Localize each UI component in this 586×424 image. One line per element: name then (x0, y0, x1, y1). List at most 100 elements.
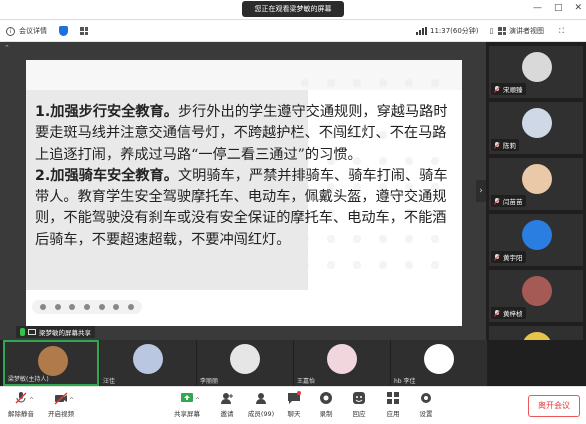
participant-tile[interactable]: 闫苗苗 (489, 158, 583, 210)
screen-share-icon (28, 329, 36, 335)
participant-tile[interactable]: 宋顺臻 (489, 46, 583, 98)
avatar (522, 52, 552, 82)
apps-button[interactable]: 应用 (378, 391, 408, 418)
record-label: 录制 (319, 410, 333, 418)
reactions-icon (352, 391, 366, 405)
participant-name-bar: 闫苗苗 (491, 195, 526, 207)
slide-text: 1.加强步行安全教育。步行外出的学生遵守交通规则，穿越马路时要走斑马线并注意交通… (35, 102, 453, 251)
participant-name: 陈莉 (503, 142, 516, 150)
annotation-tool-icon[interactable] (54, 304, 61, 310)
avatar (522, 108, 552, 138)
unmute-label: 解除静音 (8, 410, 34, 418)
view-grid-icon[interactable] (498, 27, 506, 35)
members-icon (254, 391, 268, 405)
eraser-icon[interactable] (113, 304, 120, 310)
participant-name-bar: 黄宇阳 (491, 251, 526, 263)
close-icon[interactable]: ✕ (574, 3, 582, 13)
sharing-notice: 您正在观看梁梦敏的屏幕 (242, 1, 344, 17)
avatar (522, 276, 552, 306)
participant-tile[interactable]: 陈莉 (489, 102, 583, 154)
collapse-arrow-icon[interactable]: ⌃ (4, 44, 16, 56)
participant-name: 黄宇阳 (503, 254, 523, 262)
apps-label: 应用 (386, 410, 400, 418)
participant-tile[interactable]: 王嘉怡 (294, 340, 390, 386)
meeting-details-label[interactable]: 会议详情 (19, 26, 47, 36)
avatar (327, 344, 357, 374)
participant-name: 汪佳 (103, 378, 116, 385)
signal-icon (416, 27, 427, 35)
camera-icon[interactable] (98, 304, 105, 310)
window-title-bar: 您正在观看梁梦敏的屏幕 — □ ✕ (0, 0, 586, 20)
chat-button[interactable]: 聊天 (279, 391, 309, 418)
more-icon[interactable]: ▯ (490, 27, 494, 35)
minimize-icon[interactable]: — (533, 3, 542, 13)
avatar (522, 220, 552, 250)
annotation-tool-icon[interactable] (40, 304, 47, 310)
add-user-icon (220, 391, 234, 405)
more-icon[interactable] (127, 304, 134, 310)
settings-label: 设置 (419, 410, 433, 418)
pen-icon[interactable] (69, 304, 76, 310)
grid-icon[interactable] (80, 27, 88, 35)
participant-tile[interactable]: 汪佳 (100, 340, 196, 386)
maximize-icon[interactable]: □ (554, 3, 563, 13)
bottom-gallery: 梁梦敏(主持人) 汪佳 李丽丽 王嘉怡 hb 李佳 (0, 340, 586, 386)
video-button[interactable]: ^ 开启视频 (46, 391, 76, 418)
video-off-icon: ^ (54, 391, 74, 405)
slide-paragraph-1: 1.加强步行安全教育。步行外出的学生遵守交通规则，穿越马路时要走斑马线并注意交通… (35, 102, 453, 166)
participant-tile[interactable]: hb 李佳 (391, 340, 487, 386)
security-shield-icon[interactable] (59, 26, 68, 36)
annotation-toolbar[interactable] (32, 300, 142, 314)
text-icon[interactable] (83, 304, 90, 310)
participant-name: 黄梓桢 (503, 310, 523, 318)
participant-name: 宋顺臻 (503, 86, 523, 94)
participant-tile[interactable]: 黄宇阳 (489, 214, 583, 266)
chevron-right-icon[interactable]: › (476, 180, 486, 202)
slide-paragraph-2: 2.加强骑车安全教育。文明骑车，严禁并排骑车、骑车打闹、骑车带人。教育学生安全驾… (35, 166, 453, 251)
participant-name: hb 李佳 (394, 378, 416, 385)
reactions-label: 回应 (352, 410, 366, 418)
meeting-info-bar: i 会议详情 11:37(60分钟) ▯ 演讲者视图 ⛶ (0, 20, 586, 42)
meeting-toolbar: ^ 解除静音 ^ 开启视频 ^ 共享屏幕 邀请 成员(99) 聊天 录制 回应 … (0, 386, 586, 424)
avatar (38, 346, 68, 376)
avatar (424, 344, 454, 374)
meeting-time: 11:37(60分钟) (430, 27, 479, 35)
muted-mic-icon (494, 85, 500, 93)
members-button[interactable]: 成员(99) (246, 391, 276, 418)
record-button[interactable]: 录制 (311, 391, 341, 418)
invite-button[interactable]: 邀请 (212, 391, 242, 418)
participant-tile[interactable]: 黄梓桢 (489, 270, 583, 322)
chat-label: 聊天 (287, 410, 301, 418)
reactions-button[interactable]: 回应 (344, 391, 374, 418)
gear-icon (419, 391, 433, 405)
chat-icon (287, 391, 301, 405)
muted-mic-icon (494, 141, 500, 149)
fullscreen-icon[interactable]: ⛶ (559, 27, 564, 36)
leave-meeting-button[interactable]: 离开会议 (528, 395, 580, 417)
microphone-icon (20, 328, 25, 336)
participant-tile[interactable]: 梁梦敏(主持人) (3, 340, 99, 386)
participant-name: 王嘉怡 (297, 378, 316, 385)
speaker-view-button[interactable]: 演讲者视图 (509, 26, 544, 36)
participant-name: 闫苗苗 (503, 198, 523, 206)
unmute-button[interactable]: ^ 解除静音 (6, 391, 36, 418)
slide-heading-1: 1.加强步行安全教育。 (35, 104, 178, 120)
members-label: 成员(99) (247, 410, 275, 418)
screen-share-label: 梁梦敏的屏幕共享 (16, 326, 95, 338)
participant-name: 梁梦敏(主持人) (8, 376, 49, 383)
record-icon (319, 391, 333, 405)
share-screen-icon: ^ (180, 391, 200, 405)
slide-heading-2: 2.加强骑车安全教育。 (35, 167, 178, 184)
participant-tile[interactable]: 李丽丽 (197, 340, 293, 386)
participant-name-bar: 黄梓桢 (491, 307, 526, 319)
apps-icon (386, 391, 400, 405)
share-screen-button[interactable]: ^ 共享屏幕 (172, 391, 202, 418)
participant-name-bar: 宋顺臻 (491, 83, 526, 95)
share-screen-label: 共享屏幕 (174, 410, 200, 418)
info-icon[interactable]: i (6, 26, 15, 36)
muted-mic-icon (494, 309, 500, 317)
video-label: 开启视频 (48, 410, 74, 418)
avatar (230, 344, 260, 374)
participant-panel: 宋顺臻 陈莉 闫苗苗 黄宇阳 黄梓桢 王卓 ⌄ (486, 42, 586, 382)
settings-button[interactable]: 设置 (411, 391, 441, 418)
